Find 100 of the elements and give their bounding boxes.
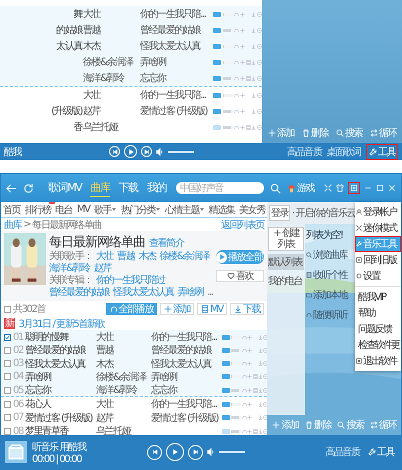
headphones-icon[interactable] — [234, 124, 239, 130]
chevron-circle-icon[interactable] — [257, 26, 262, 34]
artist-name[interactable]: 徐楼&余润泽 — [96, 370, 150, 384]
back-link[interactable]: 返回列表页 — [220, 218, 264, 232]
artist-name[interactable]: 曹越 — [96, 343, 150, 358]
song-row[interactable]: 06 花心人 大壮 你的一生我只陪... — [1, 397, 267, 411]
plus-icon[interactable] — [240, 92, 245, 98]
like-button[interactable]: 喜欢 — [216, 270, 264, 282]
previous-button[interactable] — [147, 444, 162, 460]
category-tab[interactable]: 歌手 — [94, 202, 116, 216]
download-icon[interactable] — [258, 373, 263, 380]
chevron-circle-icon[interactable] — [257, 92, 262, 98]
menu-item[interactable]: 登录帐户 — [355, 204, 401, 220]
artist-name[interactable]: 木杰 — [96, 356, 150, 371]
song-row[interactable]: 太认真木杰 怪我太爱太认真 — [0, 38, 262, 54]
song-title[interactable]: 曾经最爱的姑娘 — [25, 343, 95, 358]
menu-item[interactable]: 设置 — [355, 268, 401, 284]
song-row[interactable]: 03 怪我太爱太认真 木杰 怪我太爱太认真 — [1, 356, 267, 370]
plus-icon[interactable] — [247, 386, 252, 394]
download-icon[interactable] — [251, 58, 256, 66]
album-name[interactable]: 弄啥咧 — [151, 370, 221, 384]
plus-icon[interactable] — [240, 124, 245, 130]
chevron-circle-icon[interactable] — [263, 386, 267, 394]
plus-icon[interactable] — [240, 10, 245, 18]
speaker-icon[interactable] — [207, 448, 215, 456]
artist-name[interactable]: 木杰 — [83, 39, 139, 53]
playlist-item[interactable]: 默认列表 — [268, 254, 304, 270]
song-title[interactable]: 忘忘你 — [25, 383, 95, 398]
headphones-icon[interactable] — [234, 92, 239, 98]
album-name[interactable]: 曾经最爱的姑娘 — [140, 23, 212, 37]
film-icon[interactable] — [246, 58, 250, 66]
plus-icon[interactable] — [240, 74, 245, 82]
headphones-icon[interactable] — [234, 42, 239, 50]
speaker-icon[interactable] — [156, 148, 164, 156]
song-title[interactable]: 花心人 — [25, 397, 95, 412]
tip-link[interactable]: 添加本地 — [313, 288, 347, 302]
download-icon[interactable] — [251, 10, 256, 18]
artist-name[interactable]: 徐楼&余润泽 — [83, 55, 139, 69]
option-link[interactable]: 高品音质 — [286, 144, 322, 158]
song-title[interactable]: 爱情过客 (升级版) — [25, 410, 95, 425]
song-row[interactable]: 04 弄啥咧 徐楼&余润泽 弄啥咧 — [1, 370, 267, 384]
album-name[interactable]: 曾经最爱的姑娘 — [151, 343, 221, 358]
download-icon[interactable] — [251, 26, 256, 34]
tip-link[interactable]: 浏览曲库 — [313, 248, 347, 262]
artist-name[interactable]: 海洋&郭玲 — [83, 71, 139, 85]
playlist-item[interactable]: 我的电台 — [268, 273, 304, 289]
song-row[interactable]: 01 聪明的慢舞 大壮 你的一生我只陪... — [1, 330, 267, 344]
play-button[interactable] — [124, 145, 137, 158]
create-list-button[interactable]: + 创建列表 — [268, 227, 304, 251]
film-icon[interactable] — [246, 124, 250, 130]
album-name[interactable]: 你的一生我只陪... — [151, 397, 221, 412]
option-link[interactable]: 高品音质 — [325, 445, 360, 459]
plus-icon[interactable] — [247, 360, 252, 368]
toolbar-button[interactable]: MV — [197, 303, 227, 315]
artist-name[interactable]: 大壮 — [96, 330, 150, 344]
tools-button[interactable]: 工具 — [364, 444, 397, 460]
song-title[interactable]: (升级版) — [2, 104, 82, 118]
song-title[interactable]: 聪明的慢舞 — [25, 330, 95, 344]
login-button[interactable]: 登录 — [269, 205, 290, 221]
menu-item[interactable]: 问题反馈 — [355, 321, 401, 337]
film-icon[interactable] — [252, 386, 258, 394]
checkbox[interactable] — [4, 334, 11, 340]
category-tab[interactable]: 电台 — [55, 202, 72, 216]
download-icon[interactable] — [251, 108, 256, 114]
download-icon[interactable] — [258, 360, 263, 368]
breadcrumb-link[interactable]: 曲库 — [4, 218, 22, 232]
artist-name[interactable]: 大壮 — [96, 397, 150, 412]
mushroom-icon[interactable] — [287, 184, 296, 192]
chevron-circle-icon[interactable] — [257, 42, 262, 50]
menu-item[interactable]: 迷你模式 — [355, 220, 401, 236]
artist-name[interactable]: 赵芹 — [96, 410, 150, 425]
chevron-circle-icon[interactable] — [257, 74, 262, 82]
toolbar-button[interactable]: 下载 — [230, 303, 264, 315]
plus-icon[interactable] — [240, 26, 245, 34]
album-name[interactable]: 怪我太爱太认真 — [140, 39, 212, 53]
plus-icon[interactable] — [240, 42, 245, 50]
chevron-circle-icon[interactable] — [257, 10, 262, 18]
option-link[interactable]: 桌面歌词 — [326, 144, 361, 158]
chevron-circle-icon[interactable] — [263, 346, 267, 354]
chevron-circle-icon[interactable] — [263, 360, 267, 368]
maximize-icon[interactable] — [376, 184, 384, 192]
headphones-icon[interactable] — [234, 26, 239, 34]
headphones-icon[interactable] — [234, 10, 239, 18]
film-icon[interactable] — [246, 74, 250, 82]
plus-icon[interactable] — [247, 334, 252, 340]
menu-item[interactable]: 酷我VIP — [355, 289, 401, 305]
download-icon[interactable] — [258, 414, 263, 422]
back-arrow-icon[interactable] — [6, 182, 17, 194]
song-row[interactable]: 02 曾经最爱的姑娘 曹越 曾经最爱的姑娘 — [1, 343, 267, 357]
song-row[interactable]: 大壮 你的一生我只陪... — [0, 87, 262, 103]
song-row[interactable]: 香乌兰托娅 — [0, 119, 262, 135]
download-icon[interactable] — [251, 74, 256, 82]
plus-icon[interactable] — [247, 373, 252, 380]
category-tab[interactable]: MV — [76, 204, 90, 215]
album-name[interactable]: 忘忘你 — [151, 383, 221, 398]
album-name[interactable]: 爱情过客 (升级版) — [140, 104, 212, 118]
chevron-circle-icon[interactable] — [263, 414, 267, 422]
checkbox[interactable] — [4, 428, 11, 435]
artist-name[interactable]: 赵芹 — [83, 104, 139, 118]
plus-icon[interactable] — [247, 346, 252, 354]
